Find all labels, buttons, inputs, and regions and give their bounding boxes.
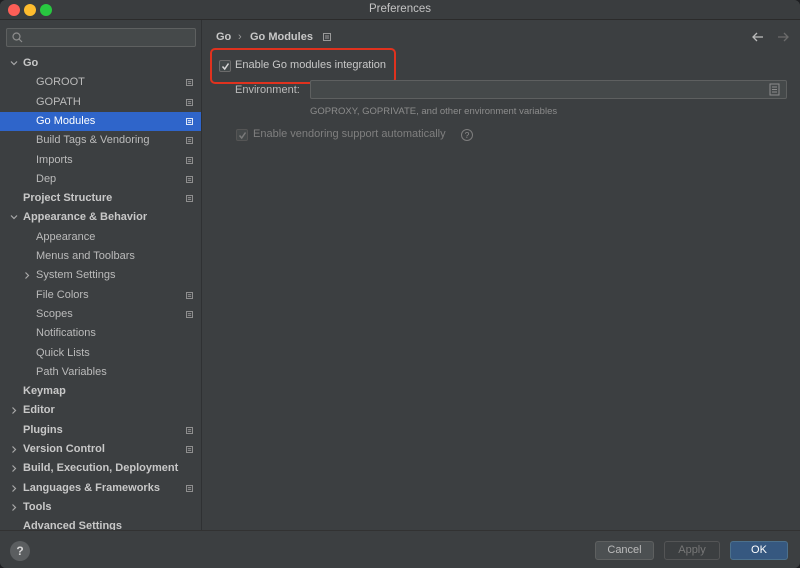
project-level-icon bbox=[186, 485, 193, 492]
breadcrumb-separator: › bbox=[238, 31, 242, 43]
preferences-window: Preferences Go GOROOT GOPATH Go Modules Buil… bbox=[0, 0, 800, 568]
sidebar-item-label: Path Variables bbox=[36, 366, 107, 378]
sidebar-item-editor[interactable]: Editor bbox=[0, 401, 201, 420]
enable-modules-checkbox[interactable] bbox=[219, 60, 231, 72]
project-level-icon bbox=[186, 292, 193, 299]
breadcrumb-parent[interactable]: Go bbox=[216, 31, 231, 43]
project-level-icon bbox=[186, 99, 193, 106]
sidebar-item-label: Notifications bbox=[36, 327, 96, 339]
sidebar-item-label: Go Modules bbox=[36, 115, 96, 127]
sidebar-item-label: System Settings bbox=[36, 269, 116, 281]
sidebar-item-build-tags-vendoring[interactable]: Build Tags & Vendoring bbox=[0, 131, 201, 150]
sidebar-item-label: GOROOT bbox=[36, 76, 85, 88]
sidebar-item-label: Imports bbox=[36, 154, 73, 166]
environment-input[interactable] bbox=[310, 80, 787, 99]
vendoring-checkbox[interactable] bbox=[236, 129, 248, 141]
project-level-icon bbox=[186, 311, 193, 318]
sidebar-item-label: Dep bbox=[36, 173, 57, 185]
project-level-icon bbox=[186, 157, 193, 164]
sidebar-item-quick-lists[interactable]: Quick Lists bbox=[0, 344, 201, 363]
chevron-right-icon[interactable] bbox=[9, 459, 19, 478]
sidebar-item-label: Build Tags & Vendoring bbox=[36, 134, 150, 146]
help-button[interactable]: ? bbox=[10, 541, 30, 561]
project-level-icon bbox=[186, 195, 193, 202]
sidebar-item-appearance-behavior[interactable]: Appearance & Behavior bbox=[0, 208, 201, 227]
sidebar-item-label: Menus and Toolbars bbox=[36, 250, 135, 262]
enable-modules-label[interactable]: Enable Go modules integration bbox=[235, 59, 386, 71]
sidebar-item-menus-and-toolbars[interactable]: Menus and Toolbars bbox=[0, 247, 201, 266]
dialog-button-bar: ? Cancel Apply OK bbox=[0, 530, 800, 568]
breadcrumb-current: Go Modules bbox=[250, 31, 313, 43]
search-icon bbox=[12, 32, 23, 43]
chevron-down-icon[interactable] bbox=[9, 54, 19, 73]
settings-search-input[interactable] bbox=[6, 28, 196, 47]
cancel-button[interactable]: Cancel bbox=[595, 541, 654, 560]
chevron-right-icon[interactable] bbox=[9, 479, 19, 498]
sidebar-item-appearance[interactable]: Appearance bbox=[0, 228, 201, 247]
environment-hint: GOPROXY, GOPRIVATE, and other environmen… bbox=[310, 106, 558, 117]
sidebar-item-languages-frameworks[interactable]: Languages & Frameworks bbox=[0, 479, 201, 498]
chevron-right-icon[interactable] bbox=[9, 440, 19, 459]
sidebar-item-label: Go bbox=[23, 57, 39, 69]
sidebar-item-label: Languages & Frameworks bbox=[23, 482, 160, 494]
ok-button[interactable]: OK bbox=[730, 541, 788, 560]
sidebar-item-label: Editor bbox=[23, 404, 55, 416]
sidebar-item-label: Build, Execution, Deployment bbox=[23, 462, 179, 474]
sidebar-item-file-colors[interactable]: File Colors bbox=[0, 286, 201, 305]
chevron-right-icon[interactable] bbox=[9, 401, 19, 420]
sidebar-item-dep[interactable]: Dep bbox=[0, 170, 201, 189]
chevron-right-icon[interactable] bbox=[22, 266, 32, 285]
project-level-icon bbox=[323, 33, 331, 41]
sidebar-item-label: GOPATH bbox=[36, 96, 81, 108]
sidebar-item-version-control[interactable]: Version Control bbox=[0, 440, 201, 459]
sidebar-item-label: Plugins bbox=[23, 424, 63, 436]
forward-arrow-icon[interactable] bbox=[776, 30, 790, 44]
sidebar-item-plugins[interactable]: Plugins bbox=[0, 421, 201, 440]
sidebar-item-label: Tools bbox=[23, 501, 52, 513]
chevron-right-icon[interactable] bbox=[9, 498, 19, 517]
sidebar-item-path-variables[interactable]: Path Variables bbox=[0, 363, 201, 382]
chevron-down-icon[interactable] bbox=[9, 208, 19, 227]
check-icon bbox=[221, 63, 230, 71]
window-title: Preferences bbox=[368, 3, 431, 15]
sidebar-item-go-modules[interactable]: Go Modules bbox=[0, 112, 201, 131]
sidebar-item-label: Keymap bbox=[23, 385, 66, 397]
sidebar-item-project-structure[interactable]: Project Structure bbox=[0, 189, 201, 208]
sidebar-item-goroot[interactable]: GOROOT bbox=[0, 73, 201, 92]
help-icon[interactable]: ? bbox=[461, 129, 473, 141]
sidebar-item-label: Project Structure bbox=[23, 192, 113, 204]
sidebar-item-go[interactable]: Go bbox=[0, 54, 201, 73]
sidebar-item-system-settings[interactable]: System Settings bbox=[0, 266, 201, 285]
project-level-icon bbox=[186, 176, 193, 183]
project-level-icon bbox=[186, 137, 193, 144]
sidebar-item-label: Version Control bbox=[23, 443, 105, 455]
title-bar: Preferences bbox=[0, 0, 800, 20]
vendoring-label: Enable vendoring support automatically bbox=[253, 128, 446, 140]
sidebar-item-label: Quick Lists bbox=[36, 347, 90, 359]
sidebar-item-label: Advanced Settings bbox=[23, 520, 123, 530]
environment-label: Environment: bbox=[235, 84, 300, 96]
back-arrow-icon[interactable] bbox=[751, 30, 765, 44]
sidebar-item-gopath[interactable]: GOPATH bbox=[0, 93, 201, 112]
project-level-icon bbox=[186, 79, 193, 86]
sidebar-item-imports[interactable]: Imports bbox=[0, 151, 201, 170]
sidebar-item-label: Scopes bbox=[36, 308, 73, 320]
sidebar-item-label: File Colors bbox=[36, 289, 89, 301]
document-icon[interactable] bbox=[769, 83, 780, 96]
settings-sidebar: Go GOROOT GOPATH Go Modules Build Tags & Ven… bbox=[0, 20, 202, 530]
sidebar-item-keymap[interactable]: Keymap bbox=[0, 382, 201, 401]
sidebar-item-tools[interactable]: Tools bbox=[0, 498, 201, 517]
project-level-icon bbox=[186, 446, 193, 453]
settings-content: Go › Go Modules Enable Go modules integr… bbox=[203, 20, 800, 530]
project-level-icon bbox=[186, 427, 193, 434]
sidebar-item-advanced-settings[interactable]: Advanced Settings bbox=[0, 517, 201, 530]
sidebar-item-notifications[interactable]: Notifications bbox=[0, 324, 201, 343]
sidebar-item-scopes[interactable]: Scopes bbox=[0, 305, 201, 324]
sidebar-item-label: Appearance & Behavior bbox=[23, 211, 148, 223]
sidebar-item-label: Appearance bbox=[36, 231, 96, 243]
apply-button[interactable]: Apply bbox=[664, 541, 720, 560]
project-level-icon bbox=[186, 118, 193, 125]
sidebar-item-build-execution-deployment[interactable]: Build, Execution, Deployment bbox=[0, 459, 201, 478]
check-icon bbox=[238, 132, 247, 140]
